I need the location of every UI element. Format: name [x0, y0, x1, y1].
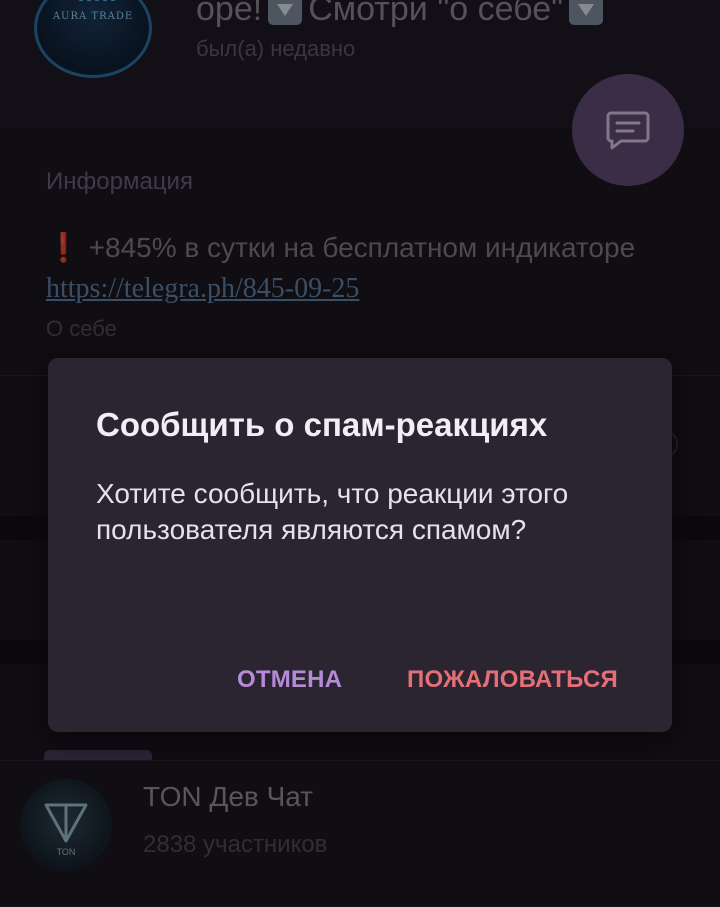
cancel-button[interactable]: ОТМЕНА [237, 666, 342, 694]
dialog-message: Хотите сообщить, что реакции этого польз… [96, 478, 569, 545]
report-button[interactable]: ПОЖАЛОВАТЬСЯ [407, 666, 618, 694]
dialog-title: Сообщить о спам-реакциях [96, 406, 548, 443]
report-spam-reactions-dialog: Сообщить о спам-реакциях Хотите сообщить… [48, 358, 672, 732]
